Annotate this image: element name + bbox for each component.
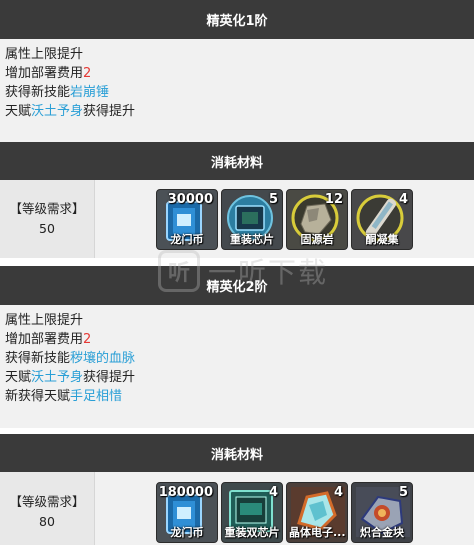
effect-line: 获得新技能岩崩锤	[5, 85, 110, 100]
materials-1-header: 消耗材料	[0, 142, 474, 180]
materials-2-list: 180000 龙门币 4 重装双芯片 4 晶体电子... 5 炽合金块	[95, 472, 474, 545]
material-item-dual-chip[interactable]: 4 重装双芯片	[221, 481, 283, 543]
material-item-crystal[interactable]: 4 酮凝集	[351, 188, 413, 250]
material-item-chip[interactable]: 5 重装芯片	[221, 188, 283, 250]
effect-line: 天赋沃土予身获得提升	[5, 104, 136, 119]
materials-2-header: 消耗材料	[0, 434, 474, 472]
elite-1-header: 精英化1阶	[0, 0, 474, 39]
level-requirement: 【等级需求】 80	[0, 472, 95, 545]
material-item-lmd[interactable]: 30000 龙门币	[156, 188, 218, 250]
effect-line: 增加部署费用2	[5, 66, 92, 81]
talent-link[interactable]: 沃土予身	[31, 370, 83, 385]
effect-line: 天赋沃土予身获得提升	[5, 370, 136, 385]
elite-1-title: 精英化1阶	[206, 14, 268, 29]
effect-line: 属性上限提升	[5, 47, 84, 62]
elite-2-section: 精英化2阶 属性上限提升 增加部署费用2 获得新技能秽壤的血脉 天赋沃土予身获得…	[0, 266, 474, 545]
material-item-alloy-block[interactable]: 5 炽合金块	[351, 481, 413, 543]
materials-2-title: 消耗材料	[210, 447, 263, 463]
materials-1-row: 【等级需求】 50 30000 龙门币 5 重装芯片 12 固源岩 4 酮凝集	[0, 180, 474, 258]
effect-line: 获得新技能秽壤的血脉	[5, 351, 136, 366]
effect-line: 增加部署费用2	[5, 332, 92, 347]
material-item-crystal-circuit[interactable]: 4 晶体电子...	[286, 481, 348, 543]
effect-line: 新获得天赋手足相惜	[5, 389, 123, 404]
elite-2-title: 精英化2阶	[206, 280, 268, 295]
talent-link[interactable]: 手足相惜	[70, 389, 122, 404]
elite-1-effects: 属性上限提升 增加部署费用2 获得新技能岩崩锤 天赋沃土予身获得提升	[0, 39, 474, 142]
materials-1-title: 消耗材料	[210, 155, 263, 171]
elite-2-header: 精英化2阶	[0, 266, 474, 305]
material-item-lmd[interactable]: 180000 龙门币	[156, 481, 218, 543]
materials-2-row: 【等级需求】 80 180000 龙门币 4 重装双芯片 4 晶体电子... 5…	[0, 472, 474, 545]
level-requirement: 【等级需求】 50	[0, 180, 95, 258]
effect-line: 属性上限提升	[5, 313, 84, 328]
talent-link[interactable]: 沃土予身	[31, 104, 83, 119]
material-item-stone[interactable]: 12 固源岩	[286, 188, 348, 250]
elite-1-section: 精英化1阶 属性上限提升 增加部署费用2 获得新技能岩崩锤 天赋沃土予身获得提升…	[0, 0, 474, 258]
materials-1-list: 30000 龙门币 5 重装芯片 12 固源岩 4 酮凝集	[95, 180, 474, 258]
skill-link[interactable]: 秽壤的血脉	[70, 351, 135, 366]
elite-2-effects: 属性上限提升 增加部署费用2 获得新技能秽壤的血脉 天赋沃土予身获得提升 新获得…	[0, 305, 474, 428]
skill-link[interactable]: 岩崩锤	[70, 85, 109, 100]
